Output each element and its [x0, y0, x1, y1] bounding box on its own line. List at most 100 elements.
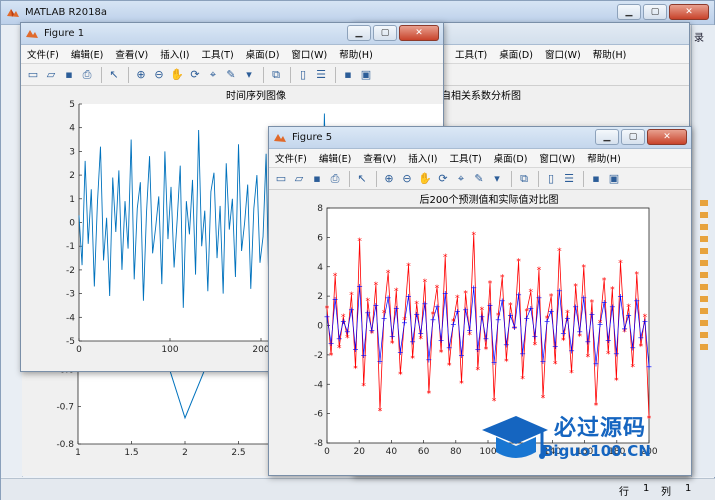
- menu-item[interactable]: 窗口(W): [545, 47, 581, 61]
- predicted-point-marker: +: [470, 283, 477, 292]
- menu-help[interactable]: 帮助(H): [339, 47, 373, 61]
- menu-file[interactable]: 文件(F): [27, 47, 59, 61]
- rotate-icon[interactable]: ⟳: [435, 171, 451, 187]
- toolbar-separator: [290, 66, 291, 83]
- zoom-in-icon[interactable]: ⊕: [381, 171, 397, 187]
- actual-point-marker: *: [398, 370, 403, 380]
- predicted-point-marker: +: [401, 319, 408, 328]
- show-plot-tools-icon[interactable]: ▣: [606, 171, 622, 187]
- predicted-point-marker: +: [417, 329, 424, 338]
- toolbar-separator: [101, 66, 102, 83]
- figure1-close-button[interactable]: ✕: [399, 25, 439, 41]
- legend-icon[interactable]: ☰: [313, 67, 329, 83]
- matlab-minimize-button[interactable]: ▁: [617, 4, 641, 20]
- menu-tools[interactable]: 工具(T): [201, 47, 233, 61]
- menu-item[interactable]: 帮助(H): [593, 47, 627, 61]
- actual-point-marker: *: [569, 369, 574, 379]
- zoom-out-icon[interactable]: ⊖: [399, 171, 415, 187]
- menu-edit[interactable]: 编辑(E): [319, 151, 351, 165]
- hide-plot-tools-icon[interactable]: ▪: [588, 171, 604, 187]
- status-col-value: 1: [685, 483, 692, 494]
- pointer-icon[interactable]: ↖: [106, 67, 122, 83]
- actual-point-marker: *: [500, 274, 505, 284]
- figure1-minimize-button[interactable]: ▁: [347, 25, 371, 41]
- menu-item[interactable]: 工具(T): [455, 47, 487, 61]
- menu-desktop[interactable]: 桌面(D): [246, 47, 280, 61]
- menu-edit[interactable]: 编辑(E): [71, 47, 103, 61]
- save-icon[interactable]: ▪: [309, 171, 325, 187]
- menu-window[interactable]: 窗口(W): [539, 151, 575, 165]
- colorbar-icon[interactable]: ▯: [543, 171, 559, 187]
- actual-point-marker: *: [635, 271, 640, 281]
- brush-icon[interactable]: ✎: [223, 67, 239, 83]
- zoom-out-icon[interactable]: ⊖: [151, 67, 167, 83]
- menu-help[interactable]: 帮助(H): [587, 151, 621, 165]
- matlab-window-controls: ▁ ▢ ✕: [617, 4, 709, 20]
- y-tick-label: 0: [69, 219, 75, 229]
- figure5-close-button[interactable]: ✕: [647, 129, 687, 145]
- menu-view[interactable]: 查看(V): [363, 151, 396, 165]
- predicted-point-marker: +: [356, 282, 363, 291]
- pan-icon[interactable]: ✋: [169, 67, 185, 83]
- predicted-point-marker: +: [397, 348, 404, 357]
- link-plot-icon[interactable]: ⧉: [516, 171, 532, 187]
- legend-icon[interactable]: ☰: [561, 171, 577, 187]
- menu-insert[interactable]: 插入(I): [408, 151, 437, 165]
- open-file-icon[interactable]: ▱: [43, 67, 59, 83]
- data-cursor-icon[interactable]: ⌖: [205, 67, 221, 83]
- actual-point-marker: *: [410, 354, 415, 364]
- toolbar-separator: [538, 170, 539, 187]
- predicted-point-marker: +: [324, 313, 331, 322]
- save-icon[interactable]: ▪: [61, 67, 77, 83]
- figure5-minimize-button[interactable]: ▁: [595, 129, 619, 145]
- predicted-point-marker: +: [446, 344, 453, 353]
- hide-plot-tools-icon[interactable]: ▪: [340, 67, 356, 83]
- show-plot-tools-icon[interactable]: ▣: [358, 67, 374, 83]
- actual-point-marker: *: [443, 253, 448, 263]
- matlab-close-button[interactable]: ✕: [669, 4, 709, 20]
- predicted-point-marker: +: [637, 333, 644, 342]
- actual-point-marker: *: [435, 284, 440, 294]
- menu-item[interactable]: 桌面(D): [499, 47, 533, 61]
- actual-point-marker: *: [455, 294, 460, 304]
- actual-point-marker: *: [573, 282, 578, 292]
- pan-icon[interactable]: ✋: [417, 171, 433, 187]
- y-tick-label: 3: [69, 147, 75, 157]
- rotate-icon[interactable]: ⟳: [187, 67, 203, 83]
- actual-point-marker: *: [602, 276, 607, 286]
- menu-view[interactable]: 查看(V): [115, 47, 148, 61]
- brush-icon[interactable]: ✎: [471, 171, 487, 187]
- watermark-text-cn: 必过源码: [554, 416, 647, 441]
- menu-insert[interactable]: 插入(I): [160, 47, 189, 61]
- y-tick-label: -5: [66, 337, 75, 347]
- colorbar-icon[interactable]: ▯: [295, 67, 311, 83]
- figure1-maximize-button[interactable]: ▢: [373, 25, 397, 41]
- x-tick-label: 1: [75, 448, 81, 458]
- matlab-maximize-button[interactable]: ▢: [643, 4, 667, 20]
- dropdown-arrow-icon[interactable]: ▾: [241, 67, 257, 83]
- link-plot-icon[interactable]: ⧉: [268, 67, 284, 83]
- print-icon[interactable]: ⎙: [327, 171, 343, 187]
- actual-point-marker: *: [390, 340, 395, 350]
- print-icon[interactable]: ⎙: [79, 67, 95, 83]
- dropdown-arrow-icon[interactable]: ▾: [489, 171, 505, 187]
- predicted-point-marker: +: [332, 295, 339, 304]
- menu-window[interactable]: 窗口(W): [291, 47, 327, 61]
- pointer-icon[interactable]: ↖: [354, 171, 370, 187]
- open-file-icon[interactable]: ▱: [291, 171, 307, 187]
- figure5-maximize-button[interactable]: ▢: [621, 129, 645, 145]
- predicted-point-marker: +: [495, 316, 502, 325]
- menu-desktop[interactable]: 桌面(D): [494, 151, 528, 165]
- menu-file[interactable]: 文件(F): [275, 151, 307, 165]
- predicted-point-marker: +: [462, 305, 469, 314]
- menu-tools[interactable]: 工具(T): [449, 151, 481, 165]
- actual-point-marker: *: [516, 257, 521, 267]
- actual-point-marker: *: [414, 300, 419, 310]
- actual-point-marker: *: [606, 350, 611, 360]
- predicted-point-marker: +: [552, 342, 559, 351]
- figure5-window-controls: ▁ ▢ ✕: [595, 129, 687, 145]
- new-figure-icon[interactable]: ▭: [25, 67, 41, 83]
- zoom-in-icon[interactable]: ⊕: [133, 67, 149, 83]
- new-figure-icon[interactable]: ▭: [273, 171, 289, 187]
- data-cursor-icon[interactable]: ⌖: [453, 171, 469, 187]
